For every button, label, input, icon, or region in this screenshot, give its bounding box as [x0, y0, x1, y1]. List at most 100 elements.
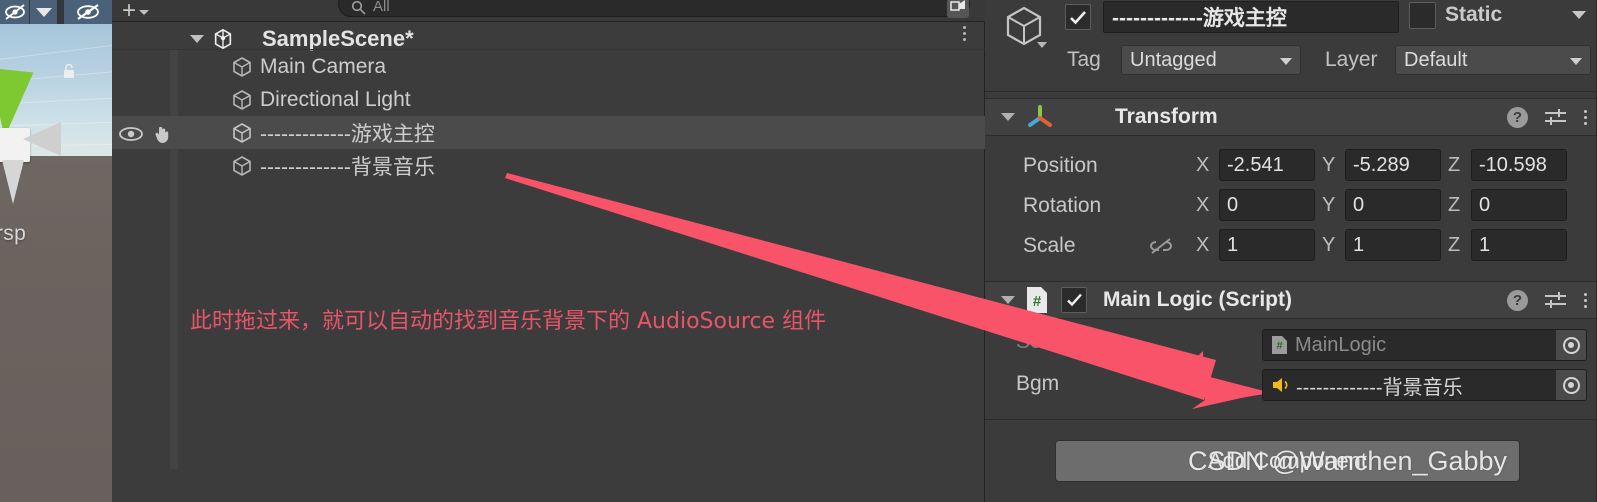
script-field-label: Script: [1016, 330, 1070, 353]
gameobject-cube-icon: [233, 123, 251, 143]
help-icon[interactable]: ?: [1507, 106, 1528, 128]
preset-settings-icon[interactable]: [1544, 290, 1568, 310]
component-header-main-logic[interactable]: # Main Logic (Script) ?: [985, 281, 1597, 319]
static-checkbox[interactable]: [1409, 2, 1436, 29]
bgm-field-label: Bgm: [1016, 372, 1060, 395]
preset-settings-icon[interactable]: [1544, 107, 1568, 127]
search-placeholder: All: [373, 0, 390, 15]
bgm-object-field[interactable]: -------------背景音乐: [1262, 369, 1587, 401]
kebab-menu-icon[interactable]: [1584, 292, 1587, 308]
layer-value: Default: [1404, 48, 1468, 71]
static-dropdown-chevron-down-icon[interactable]: [1572, 11, 1586, 19]
picker-dot: [1568, 342, 1574, 348]
position-x-field[interactable]: -2.541: [1219, 149, 1315, 181]
csharp-script-icon: #: [1272, 336, 1287, 354]
component-header-icons: ?: [1507, 289, 1587, 311]
hierarchy-item-label: Directional Light: [260, 87, 411, 111]
row-visibility-icons: [118, 123, 174, 145]
kebab-dot: [1584, 115, 1587, 119]
kebab-dot: [1584, 121, 1587, 125]
script-object-picker-button[interactable]: [1556, 330, 1586, 360]
rotation-z-field[interactable]: 0: [1471, 189, 1567, 221]
gameobject-cube-icon: [233, 156, 251, 176]
position-y-field[interactable]: -5.289: [1345, 149, 1441, 181]
axis-label-y: Y: [1322, 154, 1336, 176]
transform-row-scale: Scale X 1 Y 1 Z 1: [985, 226, 1597, 266]
layer-dropdown[interactable]: Default: [1395, 45, 1591, 75]
rotation-y-field[interactable]: 0: [1345, 189, 1441, 221]
axis-label-z: Z: [1448, 194, 1461, 216]
transform-row-rotation: Rotation X 0 Y 0 Z 0: [985, 186, 1597, 226]
hierarchy-scene-name: SampleScene*: [262, 25, 414, 51]
chevron-down-icon[interactable]: [1001, 296, 1015, 304]
axis-label-x: X: [1196, 194, 1210, 216]
axis-label-y: Y: [1322, 234, 1336, 256]
hierarchy-toolbar: + All: [112, 0, 985, 22]
bgm-object-picker-button[interactable]: [1556, 370, 1586, 400]
checkmark-icon: [1070, 10, 1086, 24]
scene-view-toolbar: [0, 0, 112, 24]
gameobject-name-value: -------------游戏主控: [1112, 7, 1287, 30]
axis-label-z: Z: [1448, 154, 1461, 176]
hierarchy-item-main-camera[interactable]: Main Camera: [112, 50, 985, 83]
chevron-down-icon[interactable]: [1037, 42, 1047, 48]
create-plus-icon: +: [122, 0, 137, 22]
kebab-dot: [1584, 304, 1587, 308]
kebab-dot: [963, 38, 966, 41]
component-title: Main Logic (Script): [1103, 288, 1292, 311]
kebab-menu-icon[interactable]: [1584, 109, 1587, 125]
lock-icon: [64, 63, 74, 78]
inspector-panel: -------------游戏主控 Static Tag Untagged La…: [985, 0, 1597, 502]
kebab-dot: [963, 26, 966, 29]
pointer-hand-icon[interactable]: [152, 123, 174, 145]
chevron-down-icon: [35, 7, 52, 17]
transform-row-position: Position X -2.541 Y -5.289 Z -10.598: [985, 146, 1597, 186]
scale-x-field[interactable]: 1: [1219, 229, 1315, 261]
help-icon[interactable]: ?: [1507, 289, 1528, 311]
hierarchy-scene-kebab-icon[interactable]: [963, 26, 966, 41]
chevron-down-icon[interactable]: [1001, 113, 1015, 121]
hierarchy-item-bgm[interactable]: -------------背景音乐: [112, 149, 985, 182]
gameobject-name-field[interactable]: -------------游戏主控: [1103, 1, 1399, 33]
audio-source-icon: [1273, 378, 1288, 392]
unity-scene-icon: [214, 28, 232, 50]
chevron-down-icon: [139, 10, 150, 15]
tag-value: Untagged: [1130, 48, 1217, 71]
shading-mode-button[interactable]: [0, 0, 30, 24]
scene-view-panel[interactable]: ersp: [0, 0, 112, 502]
axis-label-y: Y: [1322, 194, 1336, 216]
position-z-field[interactable]: -10.598: [1471, 149, 1567, 181]
rotation-x-field[interactable]: 0: [1219, 189, 1315, 221]
kebab-dot: [963, 32, 966, 35]
svg-text:#: #: [1276, 340, 1282, 352]
kebab-dot: [1584, 109, 1587, 113]
panel-lock-icon: [950, 0, 965, 11]
tag-dropdown[interactable]: Untagged: [1121, 45, 1301, 75]
kebab-dot: [1584, 292, 1587, 296]
create-button[interactable]: +: [122, 0, 150, 22]
effects-toggle-button[interactable]: [64, 0, 112, 24]
chevron-down-icon[interactable]: [190, 34, 204, 43]
static-label: Static: [1445, 3, 1503, 26]
component-enabled-checkbox[interactable]: [1061, 287, 1087, 313]
axis-label-x: X: [1196, 234, 1210, 256]
component-title: Transform: [1115, 105, 1218, 128]
search-icon: [351, 0, 366, 15]
scale-y-field[interactable]: 1: [1345, 229, 1441, 261]
gameobject-enabled-checkbox[interactable]: [1065, 4, 1091, 30]
shading-dropdown-button[interactable]: [30, 0, 58, 24]
eye-icon[interactable]: [118, 125, 144, 143]
component-header-transform[interactable]: Transform ?: [985, 98, 1597, 136]
transform-row-label: Position: [1023, 154, 1098, 177]
search-input[interactable]: All: [338, 0, 970, 17]
scale-z-field[interactable]: 1: [1471, 229, 1567, 261]
picker-dot: [1568, 382, 1574, 388]
hierarchy-item-game-controller[interactable]: -------------游戏主控: [112, 116, 985, 149]
chevron-down-icon: [1570, 58, 1582, 65]
transform-row-label: Rotation: [1023, 194, 1102, 217]
script-object-field[interactable]: # MainLogic: [1262, 329, 1587, 361]
layer-label: Layer: [1325, 48, 1378, 71]
hierarchy-item-directional-light[interactable]: Directional Light: [112, 83, 985, 116]
hierarchy-lock-button[interactable]: [947, 0, 969, 18]
constrain-proportions-off-icon[interactable]: [1149, 236, 1173, 256]
